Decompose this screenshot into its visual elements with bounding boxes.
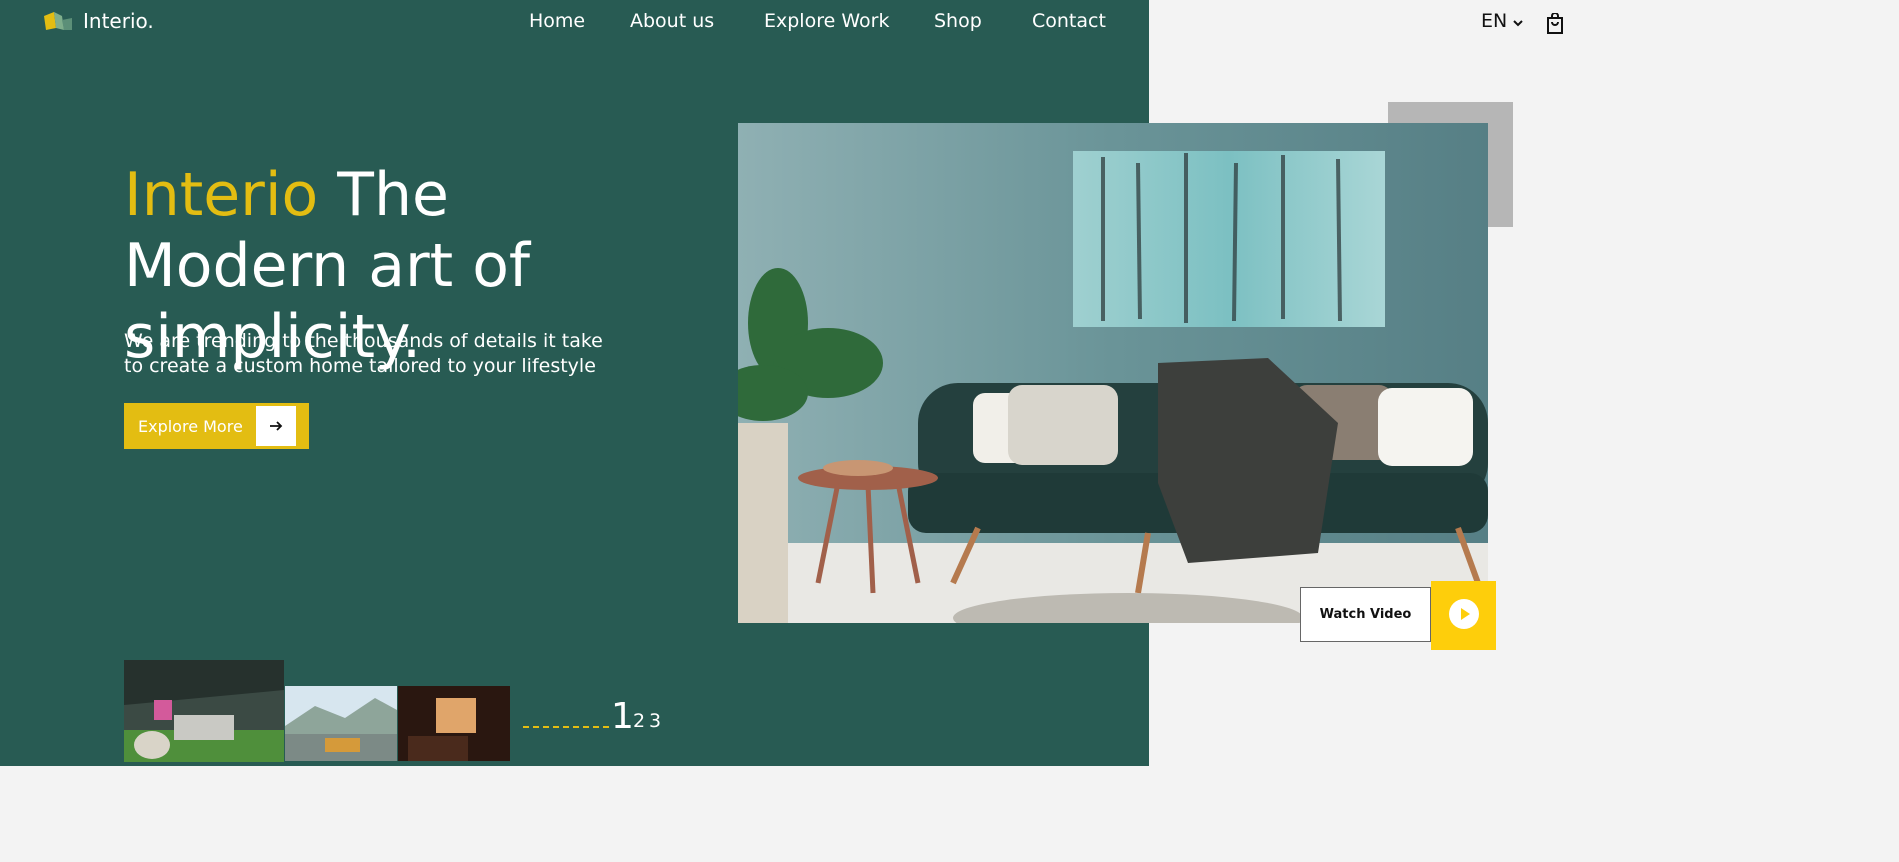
nav-explore-work[interactable]: Explore Work — [764, 10, 889, 32]
shopping-bag-icon[interactable] — [1545, 12, 1565, 35]
nav-contact[interactable]: Contact — [1032, 10, 1106, 32]
pagination-page-3[interactable]: 3 — [649, 710, 661, 732]
watch-video-button[interactable]: Watch Video — [1300, 587, 1431, 642]
brand-name: Interio. — [83, 9, 154, 33]
pagination-page-1[interactable]: 1 — [611, 696, 634, 737]
language-label: EN — [1481, 10, 1508, 32]
explore-more-label: Explore More — [138, 416, 243, 436]
play-icon — [1448, 598, 1480, 634]
hero-subtitle: We are trending to the thousands of deta… — [124, 330, 603, 377]
hero-headline-accent: Interio — [124, 160, 319, 230]
pagination-page-2[interactable]: 2 — [633, 710, 645, 732]
pagination-progress-line — [523, 726, 609, 728]
nav-about-us[interactable]: About us — [630, 10, 714, 32]
play-video-button[interactable] — [1431, 581, 1496, 650]
logo-icon — [42, 8, 74, 34]
thumbnail-1[interactable] — [124, 660, 284, 762]
brand-logo[interactable]: Interio. — [42, 8, 154, 34]
explore-more-button[interactable]: Explore More — [124, 403, 309, 449]
language-selector[interactable]: EN — [1481, 10, 1523, 32]
thumbnail-3[interactable] — [398, 686, 510, 761]
arrow-right-icon — [256, 406, 296, 446]
nav-home[interactable]: Home — [529, 10, 585, 32]
thumbnail-2[interactable] — [285, 686, 397, 761]
chevron-down-icon — [1513, 10, 1523, 32]
nav-shop[interactable]: Shop — [934, 10, 982, 32]
hero-living-room-image — [738, 123, 1488, 623]
